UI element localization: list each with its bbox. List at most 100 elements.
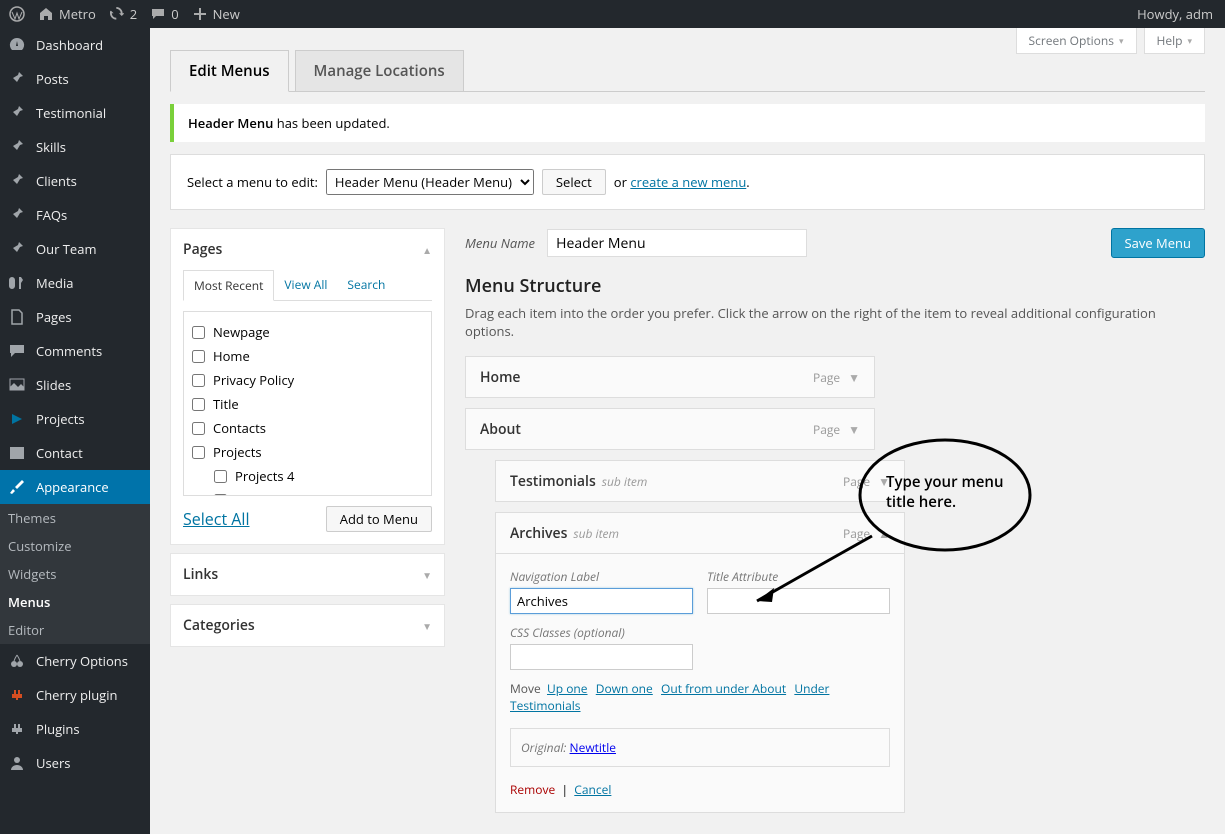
- select-all-link[interactable]: Select All: [183, 508, 250, 530]
- chevron-down-icon: ▼: [422, 568, 432, 582]
- pages-metabox-header[interactable]: Pages▲: [171, 229, 444, 270]
- sidebar-item-contact[interactable]: Contact: [0, 436, 150, 470]
- dashboard-icon: [8, 36, 26, 54]
- sidebar-item-plugins[interactable]: Plugins: [0, 712, 150, 746]
- tab-view-all[interactable]: View All: [274, 270, 337, 300]
- page-checkbox-home[interactable]: Home: [192, 344, 423, 368]
- menu-item-settings: Navigation Label Title Attribute CSS Cla…: [495, 554, 905, 813]
- move-down-link[interactable]: Down one: [596, 680, 653, 697]
- chevron-up-icon[interactable]: ▲: [878, 525, 890, 542]
- submenu-editor[interactable]: Editor: [0, 616, 150, 644]
- page-checkbox-title[interactable]: Title: [192, 392, 423, 416]
- links-metabox: Links▼: [170, 553, 445, 596]
- wp-logo-icon[interactable]: [9, 6, 25, 22]
- updates-count: 2: [130, 5, 137, 23]
- sidebar-item-dashboard[interactable]: Dashboard: [0, 28, 150, 62]
- chevron-down-icon[interactable]: ▼: [848, 421, 860, 438]
- sidebar-item-pages[interactable]: Pages: [0, 300, 150, 334]
- move-out-link[interactable]: Out from under About: [661, 680, 786, 697]
- sidebar-item-faqs[interactable]: FAQs: [0, 198, 150, 232]
- image-icon: [8, 376, 26, 394]
- tab-search[interactable]: Search: [337, 270, 395, 300]
- links-metabox-header[interactable]: Links▼: [171, 554, 444, 595]
- submenu-widgets[interactable]: Widgets: [0, 560, 150, 588]
- howdy-account[interactable]: Howdy, adm: [1137, 5, 1219, 23]
- chevron-down-icon[interactable]: ▼: [848, 369, 860, 386]
- css-classes-input[interactable]: [510, 644, 693, 670]
- new-label: New: [213, 5, 240, 23]
- menu-item-home[interactable]: Home Page▼: [465, 356, 875, 398]
- pin-icon: [8, 104, 26, 122]
- sidebar-item-posts[interactable]: Posts: [0, 62, 150, 96]
- menu-item-archives[interactable]: Archivessub item Page▲: [495, 512, 905, 554]
- page-checkbox-projects-3[interactable]: Projects 3: [192, 488, 423, 496]
- move-up-link[interactable]: Up one: [547, 680, 588, 697]
- tab-manage-locations[interactable]: Manage Locations: [295, 50, 464, 92]
- pin-icon: [8, 172, 26, 190]
- chevron-down-icon: ▼: [422, 619, 432, 633]
- new-link[interactable]: New: [193, 5, 240, 23]
- sidebar-item-skills[interactable]: Skills: [0, 130, 150, 164]
- original-box: Original: Newtitle: [510, 728, 890, 767]
- categories-metabox-header[interactable]: Categories▼: [171, 605, 444, 646]
- categories-metabox: Categories▼: [170, 604, 445, 647]
- chevron-down-icon[interactable]: ▼: [878, 473, 890, 490]
- menu-name-input[interactable]: [547, 229, 807, 257]
- pages-metabox: Pages▲ Most Recent View All Search Newpa…: [170, 228, 445, 545]
- sidebar-item-slides[interactable]: Slides: [0, 368, 150, 402]
- page-checkbox-privacy-policy[interactable]: Privacy Policy: [192, 368, 423, 392]
- screen-options-button[interactable]: Screen Options: [1016, 28, 1137, 54]
- menu-item-about[interactable]: About Page▼: [465, 408, 875, 450]
- structure-description: Drag each item into the order you prefer…: [465, 304, 1205, 340]
- remove-link[interactable]: Remove: [510, 781, 555, 798]
- contact-icon: [8, 444, 26, 462]
- tab-most-recent[interactable]: Most Recent: [183, 270, 274, 301]
- tab-edit-menus[interactable]: Edit Menus: [170, 50, 289, 92]
- add-to-menu-button[interactable]: Add to Menu: [326, 506, 432, 532]
- triangle-icon: [8, 410, 26, 428]
- sidebar-item-users[interactable]: Users: [0, 746, 150, 780]
- sidebar-item-clients[interactable]: Clients: [0, 164, 150, 198]
- pin-icon: [8, 240, 26, 258]
- sidebar-item-cherry-plugin[interactable]: Cherry plugin: [0, 678, 150, 712]
- save-menu-button[interactable]: Save Menu: [1111, 228, 1205, 258]
- title-attr-label: Title Attribute: [707, 568, 890, 585]
- nav-label-input[interactable]: [510, 588, 693, 614]
- nav-label: Navigation Label: [510, 568, 693, 585]
- sidebar-item-media[interactable]: Media: [0, 266, 150, 300]
- sidebar-item-cherry-options[interactable]: Cherry Options: [0, 644, 150, 678]
- sidebar-item-comments[interactable]: Comments: [0, 334, 150, 368]
- submenu-themes[interactable]: Themes: [0, 504, 150, 532]
- user-icon: [8, 754, 26, 772]
- chevron-up-icon: ▲: [422, 243, 432, 257]
- sidebar-item-testimonial[interactable]: Testimonial: [0, 96, 150, 130]
- menu-select[interactable]: Header Menu (Header Menu): [326, 169, 534, 195]
- selector-label: Select a menu to edit:: [187, 173, 318, 191]
- original-link[interactable]: Newtitle: [570, 739, 616, 756]
- submenu-menus[interactable]: Menus: [0, 588, 150, 616]
- page-checkbox-newpage[interactable]: Newpage: [192, 320, 423, 344]
- page-checkbox-contacts[interactable]: Contacts: [192, 416, 423, 440]
- comments-link[interactable]: 0: [151, 5, 178, 23]
- sidebar-item-our-team[interactable]: Our Team: [0, 232, 150, 266]
- pin-icon: [8, 70, 26, 88]
- page-checkbox-projects[interactable]: Projects: [192, 440, 423, 464]
- menu-item-testimonials[interactable]: Testimonialssub item Page▼: [495, 460, 905, 502]
- select-button[interactable]: Select: [542, 169, 606, 195]
- title-attr-input[interactable]: [707, 588, 890, 614]
- sidebar-item-projects[interactable]: Projects: [0, 402, 150, 436]
- structure-heading: Menu Structure: [465, 274, 1205, 298]
- site-link[interactable]: Metro: [39, 5, 96, 23]
- create-menu-link[interactable]: create a new menu: [630, 173, 746, 191]
- page-checkbox-projects-4[interactable]: Projects 4: [192, 464, 423, 488]
- help-button[interactable]: Help: [1144, 28, 1206, 54]
- brush-icon: [8, 478, 26, 496]
- sidebar-item-appearance[interactable]: Appearance: [0, 470, 150, 504]
- css-classes-label: CSS Classes (optional): [510, 624, 693, 641]
- pages-list[interactable]: Newpage Home Privacy Policy Title Contac…: [183, 311, 432, 496]
- tab-nav: Edit Menus Manage Locations: [170, 50, 1205, 92]
- submenu-customize[interactable]: Customize: [0, 532, 150, 560]
- updates-link[interactable]: 2: [110, 5, 137, 23]
- comment-icon: [8, 342, 26, 360]
- cancel-link[interactable]: Cancel: [574, 781, 611, 798]
